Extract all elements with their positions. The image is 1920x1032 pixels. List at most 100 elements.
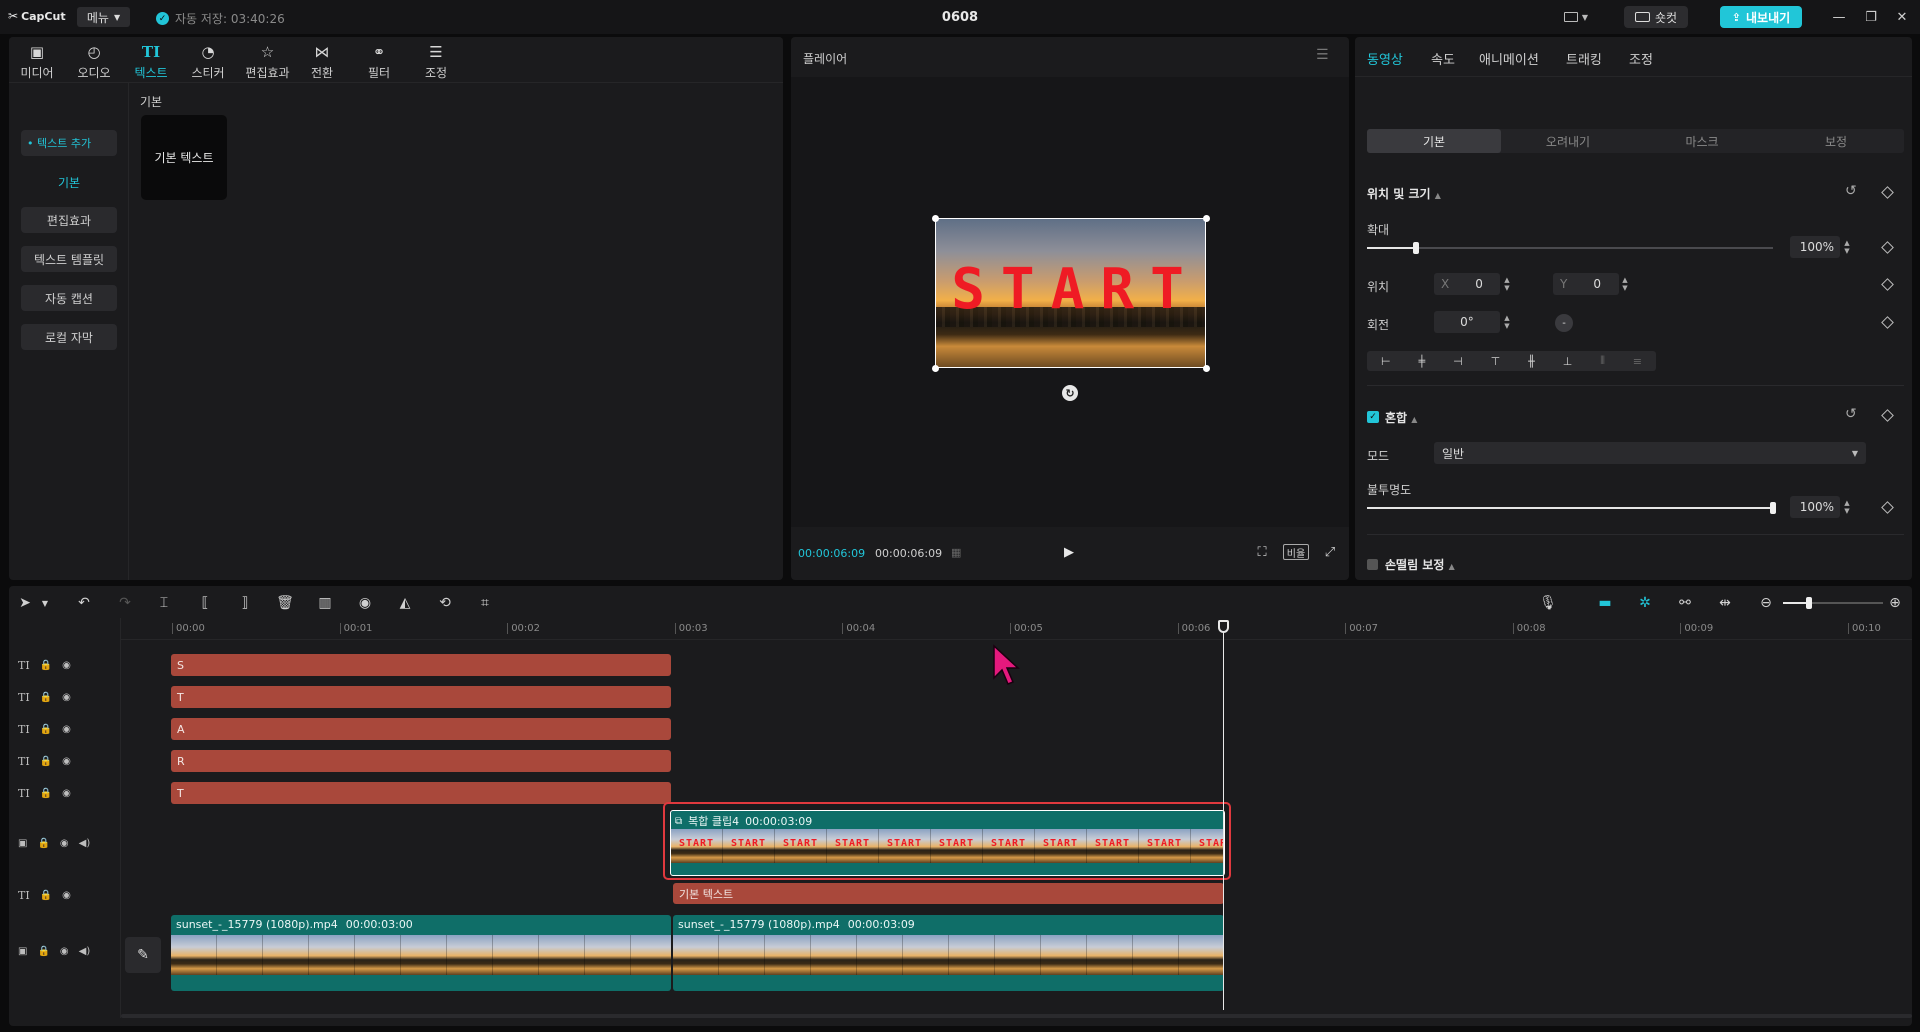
play-button[interactable]: ▶ [1061, 543, 1077, 561]
tab-adjust[interactable]: ☰ 조정 [411, 43, 461, 83]
keyframe-position-icon[interactable] [1881, 278, 1894, 291]
sidebar-item-add-text[interactable]: • 텍스트 추가 [21, 130, 117, 156]
subtab-correction[interactable]: 보정 [1769, 129, 1903, 153]
keyframe-blend-section-icon[interactable] [1881, 409, 1894, 422]
ratio-button[interactable]: 비율 [1283, 544, 1309, 560]
subtab-cutout[interactable]: 오려내기 [1501, 129, 1635, 153]
eye-icon[interactable]: ◉ [60, 838, 69, 849]
audio-icon[interactable]: ◀) [79, 946, 91, 957]
lock-icon[interactable]: 🔒 [40, 890, 52, 901]
keyframe-opacity-icon[interactable] [1881, 501, 1894, 514]
blend-mode-select[interactable]: 일반 ▼ [1434, 442, 1866, 464]
lock-icon[interactable]: 🔒 [40, 724, 52, 735]
eye-icon[interactable]: ◉ [62, 788, 71, 799]
blend-checkbox[interactable]: ✓ [1367, 411, 1379, 423]
freeze-icon[interactable]: ▥ [317, 595, 333, 611]
resize-handle-bl[interactable] [932, 365, 939, 372]
main-track-magnet-icon[interactable]: ▬ [1593, 595, 1617, 611]
zoom-in-icon[interactable]: ⊕ [1887, 595, 1903, 611]
lock-icon[interactable]: 🔒 [40, 660, 52, 671]
tab-adjust[interactable]: 조정 [1629, 49, 1653, 68]
scale-input[interactable]: 100% [1790, 236, 1840, 258]
tab-video[interactable]: 동영상 [1367, 49, 1403, 68]
zoom-out-icon[interactable]: ⊖ [1758, 595, 1774, 611]
sidebar-item-auto-captions[interactable]: 자동 캡션 [21, 285, 117, 311]
timeline-scrollbar[interactable] [121, 1014, 1912, 1018]
main-menu-button[interactable]: 메뉴 ▼ [77, 7, 130, 27]
preview-frame[interactable]: START [935, 218, 1206, 368]
maximize-button[interactable]: ❐ [1860, 8, 1882, 26]
microphone-icon[interactable]: 🎙 [1539, 595, 1557, 611]
playhead-handle[interactable] [1218, 620, 1229, 633]
keyframe-scale-icon[interactable] [1881, 241, 1894, 254]
tab-sticker[interactable]: ◔ 스티커 [183, 43, 233, 83]
link-icon[interactable]: ⚯ [1673, 595, 1697, 611]
lock-icon[interactable]: 🔒 [40, 756, 52, 767]
tab-transition[interactable]: ⋈ 전환 [297, 43, 347, 83]
eye-icon[interactable]: ◉ [60, 946, 69, 957]
tab-audio[interactable]: ◴ 오디오 [69, 43, 119, 83]
lock-icon[interactable]: 🔒 [37, 946, 49, 957]
split-right-icon[interactable]: ⟧ [237, 595, 253, 611]
eye-icon[interactable]: ◉ [62, 756, 71, 767]
split-icon[interactable]: ⌶ [156, 595, 172, 611]
tab-text[interactable]: TI 텍스트 [126, 43, 176, 83]
align-top-icon[interactable]: ⊤ [1491, 355, 1501, 368]
text-clip[interactable]: T [171, 686, 671, 708]
layout-button[interactable]: ▼ [1556, 6, 1596, 28]
lock-icon[interactable]: 🔒 [37, 838, 49, 849]
rotate-handle-icon[interactable]: ↻ [1062, 385, 1078, 401]
align-center-v-icon[interactable]: ╫ [1528, 355, 1535, 368]
rotate-icon[interactable]: ⟲ [437, 595, 453, 611]
position-x-stepper[interactable]: ▲ ▼ [1501, 273, 1513, 295]
align-left-icon[interactable]: ⊢ [1381, 355, 1391, 368]
text-clip[interactable]: R [171, 750, 671, 772]
edit-cover-button[interactable]: ✎ [125, 937, 161, 973]
eye-icon[interactable]: ◉ [62, 890, 71, 901]
position-y-stepper[interactable]: ▲ ▼ [1619, 273, 1631, 295]
tab-effects[interactable]: ☆ 편집효과 [240, 43, 295, 83]
basic-text-clip[interactable]: 기본 텍스트 [673, 883, 1224, 904]
rotation-stepper[interactable]: ▲ ▼ [1501, 311, 1513, 333]
text-clip[interactable]: T [171, 782, 671, 804]
keyframe-rotation-icon[interactable] [1881, 316, 1894, 329]
scale-slider-knob[interactable] [1413, 242, 1419, 254]
split-left-icon[interactable]: ⟦ [197, 595, 213, 611]
sidebar-item-templates[interactable]: 텍스트 템플릿 [21, 246, 117, 272]
fit-view-button[interactable]: ⛶ [1253, 543, 1271, 561]
play-speed-icon[interactable]: ◉ [357, 595, 373, 611]
zoom-slider-knob[interactable] [1806, 597, 1812, 609]
select-tool-icon[interactable]: ➤ [18, 595, 32, 611]
undo-icon[interactable]: ↶ [76, 595, 92, 611]
distribute-v-icon[interactable]: ≡ [1633, 355, 1642, 368]
auto-snap-icon[interactable]: ✲ [1633, 595, 1657, 611]
distribute-h-icon[interactable]: ⫴ [1600, 354, 1605, 368]
opacity-input[interactable]: 100% [1790, 496, 1840, 518]
close-button[interactable]: ✕ [1891, 8, 1913, 26]
rotation-dial-icon[interactable]: - [1555, 314, 1573, 332]
rotation-input[interactable]: 0° [1434, 311, 1500, 333]
audio-icon[interactable]: ◀) [79, 838, 91, 849]
keyframe-position-section-icon[interactable] [1881, 186, 1894, 199]
resize-handle-tl[interactable] [932, 215, 939, 222]
align-bottom-icon[interactable]: ⊥ [1563, 355, 1573, 368]
compound-clip[interactable]: ⧉ 복합 클립4 00:00:03:09 START START START STAR… [670, 810, 1225, 876]
align-right-icon[interactable]: ⊣ [1453, 355, 1463, 368]
tab-tracking[interactable]: 트래킹 [1566, 49, 1602, 68]
subtab-basic[interactable]: 기본 [1367, 129, 1501, 153]
sidebar-item-basic[interactable]: 기본 [21, 169, 117, 195]
reset-position-icon[interactable]: ↺ [1845, 183, 1857, 199]
resize-handle-tr[interactable] [1203, 215, 1210, 222]
preview-axis-icon[interactable]: ⇹ [1713, 595, 1737, 611]
tab-filter[interactable]: ⚭ 필터 [354, 43, 404, 83]
eye-icon[interactable]: ◉ [62, 660, 71, 671]
eye-icon[interactable]: ◉ [62, 724, 71, 735]
fullscreen-button[interactable]: ⤢ [1321, 543, 1339, 561]
player-menu-icon[interactable]: ☰ [1316, 47, 1329, 63]
basic-text-card[interactable]: 기본 텍스트 [141, 115, 227, 200]
timecode-grid-icon[interactable]: ▦ [951, 546, 961, 559]
chevron-down-icon[interactable]: ▼ [40, 595, 50, 611]
tab-media[interactable]: ▣ 미디어 [12, 43, 62, 83]
delete-icon[interactable]: 🗑 [276, 595, 294, 611]
video-clip-2[interactable]: sunset_-_15779 (1080p).mp4 00:00:03:09 [673, 915, 1224, 991]
